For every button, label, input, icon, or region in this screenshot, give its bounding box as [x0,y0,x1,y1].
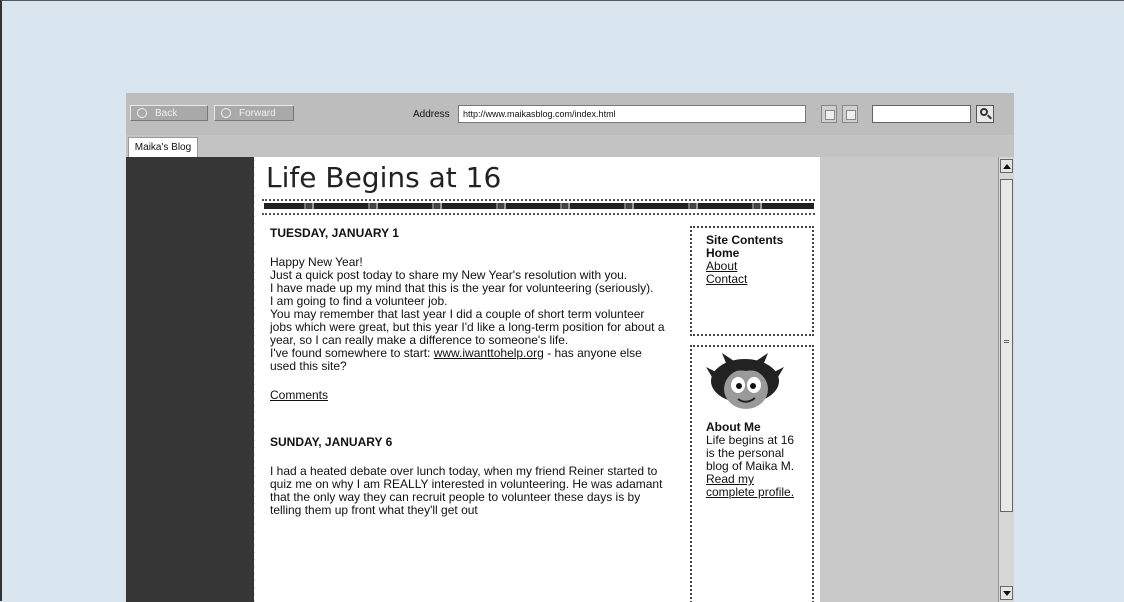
about-me-box: About Me Life begins at 16 is the person… [690,345,814,602]
scalloped-edge [254,157,258,602]
title-divider-bottom [262,213,815,215]
bookmark-button[interactable] [842,105,858,123]
tab-strip: Maika's Blog [126,135,1014,159]
site-contents-box: Site Contents Home About Contact [690,226,814,336]
browser-window: Back Forward Address http://www.maikasbl… [126,93,1014,602]
scroll-down-button[interactable] [1000,586,1013,600]
vertical-scrollbar[interactable] [998,157,1014,602]
nav-contact-link[interactable]: Contact [706,273,800,286]
blog-post: TUESDAY, JANUARY 1 Happy New Year! Just … [270,227,666,402]
scroll-thumb[interactable] [1000,179,1013,512]
iwanttohelp-link[interactable]: www.iwanttohelp.org [434,346,544,360]
address-field[interactable]: http://www.maikasblog.com/index.html [458,105,806,123]
forward-button-label: Forward [239,108,276,119]
posts-column: TUESDAY, JANUARY 1 Happy New Year! Just … [270,227,666,517]
comments-link[interactable]: Comments [270,389,328,402]
post-line: You may remember that last year I did a … [270,307,665,347]
profile-link[interactable]: Read my complete profile. [706,473,800,499]
page-viewport: Life Begins at 16 TUESDAY, JANUARY 1 Hap… [126,157,1014,602]
left-background [126,157,254,602]
blog-page: Life Begins at 16 TUESDAY, JANUARY 1 Hap… [254,157,820,602]
back-button[interactable]: Back [130,105,208,121]
about-me-text: Life begins at 16 is the personal blog o… [706,433,795,473]
post-date: SUNDAY, JANUARY 6 [270,435,393,449]
screenshot-frame: Back Forward Address http://www.maikasbl… [0,0,1124,602]
post-body: I had a heated debate over lunch today, … [270,464,663,517]
link-prefix: I've found somewhere to start: [270,346,434,360]
post-line: I've found somewhere to start: www.iwant… [270,347,666,373]
blog-post: SUNDAY, JANUARY 6 I had a heated debate … [270,436,666,517]
tab-maikas-blog[interactable]: Maika's Blog [128,137,198,159]
post-body: Happy New Year! Just a quick post today … [270,256,666,373]
page-button[interactable] [821,105,837,123]
blog-title: Life Begins at 16 [266,161,502,194]
bookmark-icon [846,110,856,120]
address-label: Address [413,109,450,120]
scroll-down-icon [1003,591,1011,596]
forward-arrow-icon [221,108,231,118]
avatar-illustration [706,353,784,415]
back-arrow-icon [137,108,147,118]
browser-toolbar: Back Forward Address http://www.maikasbl… [126,93,1014,136]
search-button[interactable] [976,105,994,123]
back-button-label: Back [155,108,178,119]
post-date: TUESDAY, JANUARY 1 [270,226,399,240]
forward-button[interactable]: Forward [214,105,294,121]
title-divider-top [262,199,815,201]
page-icon [825,110,835,120]
title-pattern-band [264,203,814,209]
search-input[interactable] [872,105,971,123]
scroll-up-icon [1003,164,1011,169]
scroll-up-button[interactable] [1000,159,1013,173]
